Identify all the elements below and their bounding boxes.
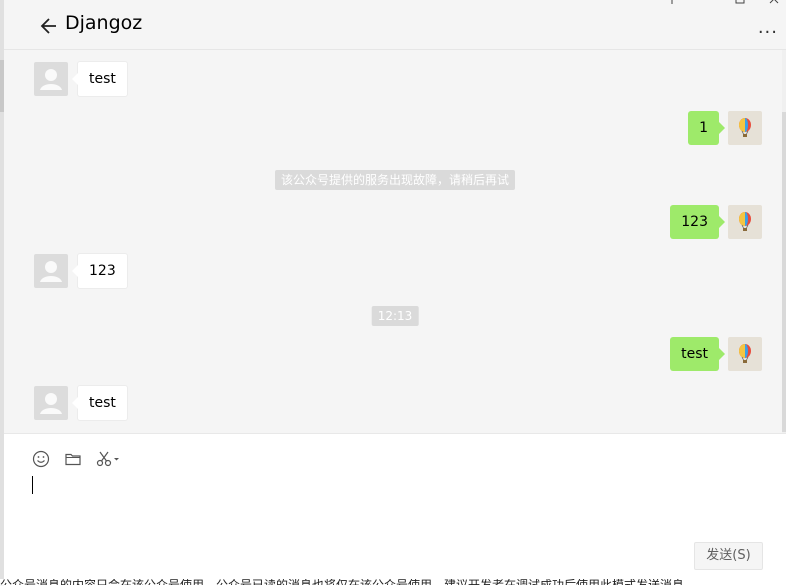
message-row: test: [670, 337, 762, 371]
message-input[interactable]: [32, 474, 756, 538]
more-options-button[interactable]: ...: [758, 17, 778, 38]
message-bubble: 123: [670, 205, 725, 239]
chat-title: Djangoz: [65, 12, 143, 34]
message-bubble: test: [72, 385, 128, 421]
minimize-icon[interactable]: [700, 0, 712, 6]
message-row: 123: [670, 205, 762, 239]
user-avatar[interactable]: [34, 386, 68, 420]
message-row: 123: [34, 253, 128, 289]
text-caret: [32, 476, 33, 494]
close-icon[interactable]: [768, 0, 780, 6]
emoji-icon[interactable]: [30, 448, 52, 470]
balloon-avatar-icon[interactable]: [728, 205, 762, 239]
status-text: 公众号消息的内容只会在该公众号使用，公众号已读的消息也将仅在该公众号使用，建议开…: [0, 579, 786, 585]
message-list: test 1 该公众号提供的服务出现故障，请稍后再试 123 123 12:13…: [4, 50, 786, 433]
balloon-avatar-icon[interactable]: [728, 337, 762, 371]
user-avatar[interactable]: [34, 62, 68, 96]
message-bubble: 123: [72, 253, 128, 289]
balloon-avatar-icon[interactable]: [728, 111, 762, 145]
system-notice: 该公众号提供的服务出现故障，请稍后再试: [274, 170, 516, 190]
compose-toolbar: [30, 448, 124, 470]
chat-window: Djangoz ... test 1 该公众号提供的服务出现故障，请稍后再试 1…: [0, 0, 786, 586]
message-bubble: 1: [688, 111, 725, 145]
chat-header: Djangoz ...: [4, 0, 786, 50]
back-arrow-icon[interactable]: [38, 15, 60, 37]
chat-scrollbar[interactable]: [782, 50, 786, 433]
message-bubble: test: [670, 337, 725, 371]
maximize-icon[interactable]: [734, 0, 746, 6]
pin-icon[interactable]: [666, 0, 678, 6]
scissors-icon[interactable]: [94, 448, 124, 470]
compose-area: 发送(S): [4, 433, 786, 586]
send-button[interactable]: 发送(S): [694, 542, 763, 570]
message-row: test: [34, 61, 128, 97]
timestamp: 12:13: [371, 306, 419, 326]
message-bubble: test: [72, 61, 128, 97]
user-avatar[interactable]: [34, 254, 68, 288]
folder-icon[interactable]: [62, 448, 84, 470]
chat-scroll-thumb[interactable]: [782, 112, 786, 432]
message-row: 1: [688, 111, 762, 145]
window-controls: [666, 0, 780, 6]
message-row: test: [34, 385, 128, 421]
